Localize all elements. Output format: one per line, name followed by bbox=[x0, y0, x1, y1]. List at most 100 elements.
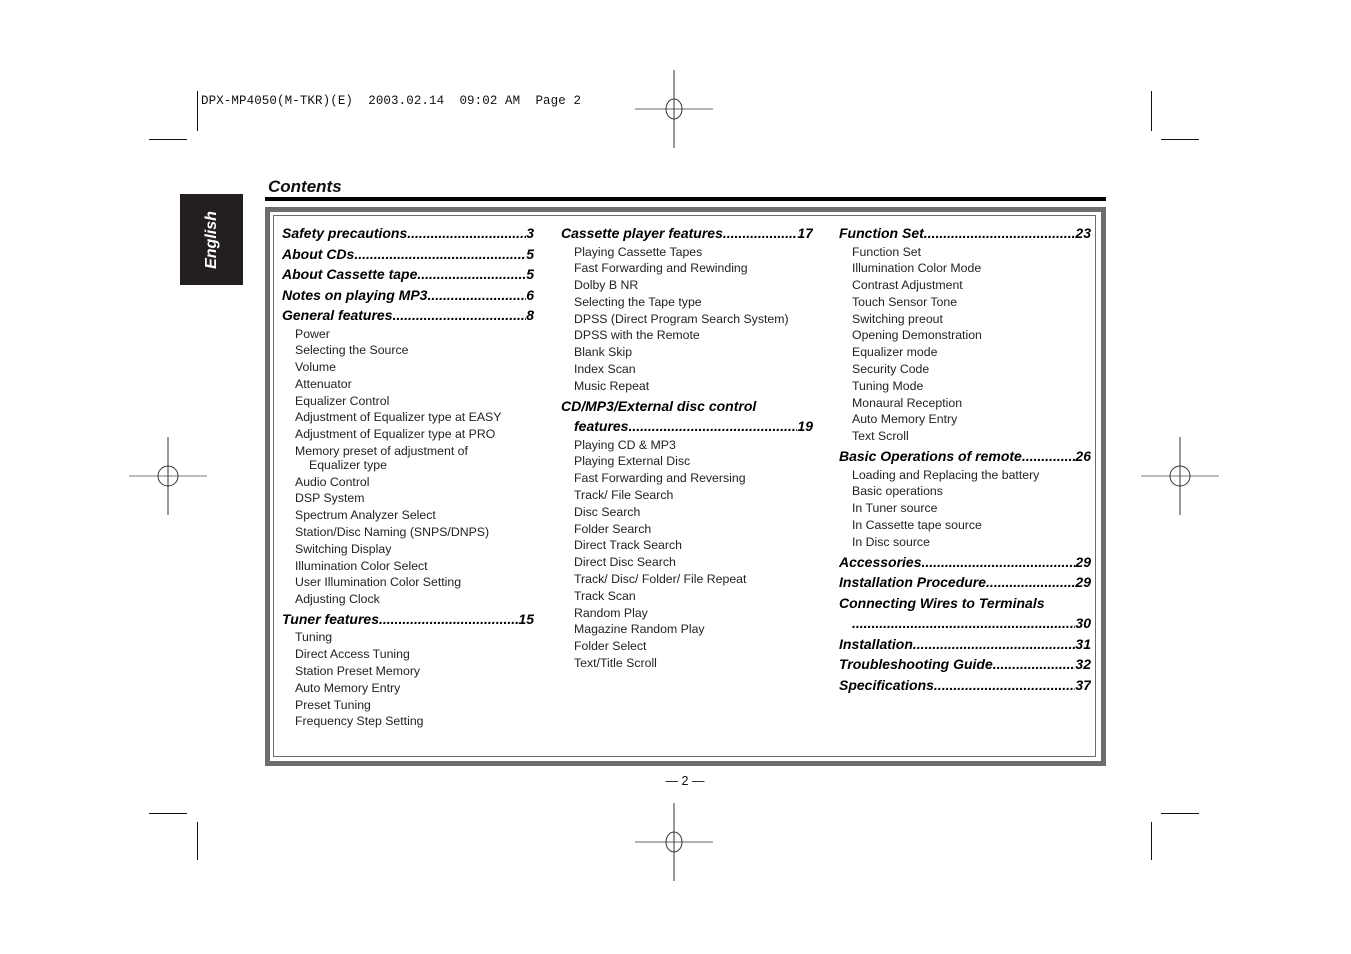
toc-subitem-link[interactable]: Random Play bbox=[561, 605, 813, 622]
toc-subitem-title: Loading and Replacing the battery bbox=[852, 467, 1040, 482]
crop-mark bbox=[1151, 822, 1152, 860]
toc-subitem-link[interactable]: Switching Display bbox=[282, 541, 534, 558]
toc-subitem-link[interactable]: In Cassette tape source bbox=[839, 517, 1091, 534]
toc-subitem-link[interactable]: Preset Tuning bbox=[282, 697, 534, 714]
toc-subitem-link[interactable]: Index Scan bbox=[561, 361, 813, 378]
toc-subitem-link[interactable]: Attenuator bbox=[282, 376, 534, 393]
registration-mark-icon bbox=[635, 803, 713, 881]
toc-subitem-title: Track/ Disc/ Folder/ File Repeat bbox=[574, 572, 747, 587]
toc-subitem-link[interactable]: Folder Search bbox=[561, 521, 813, 538]
toc-heading-link[interactable]: Installation 31 bbox=[839, 634, 1091, 655]
toc-subitem-link[interactable]: Tuning Mode bbox=[839, 378, 1091, 395]
toc-heading-link[interactable]: General features 8 bbox=[282, 305, 534, 326]
registration-mark-icon bbox=[129, 437, 207, 515]
toc-subitem-link[interactable]: DPSS (Direct Program Search System) bbox=[561, 311, 813, 328]
toc-subitem-link[interactable]: Adjustment of Equalizer type at EASY bbox=[282, 409, 534, 426]
toc-page-number: 5 bbox=[526, 266, 534, 282]
toc-subitem-link[interactable]: Playing External Disc bbox=[561, 453, 813, 470]
toc-leader-dots bbox=[922, 552, 1076, 573]
toc-subitem-link[interactable]: Dolby B NR bbox=[561, 277, 813, 294]
toc-heading-link[interactable]: Basic Operations of remote 26 bbox=[839, 446, 1091, 467]
toc-subitem-link[interactable]: Station/Disc Naming (SNPS/DNPS) bbox=[282, 524, 534, 541]
toc-subitem-link[interactable]: Music Repeat bbox=[561, 378, 813, 395]
toc-heading-link[interactable]: CD/MP3/External disc control features 19 bbox=[561, 396, 813, 437]
toc-heading-link[interactable]: About Cassette tape 5 bbox=[282, 264, 534, 285]
toc-subitem-link[interactable]: Direct Disc Search bbox=[561, 554, 813, 571]
toc-subitem-link[interactable]: Auto Memory Entry bbox=[839, 411, 1091, 428]
toc-subitem-link[interactable]: Illumination Color Mode bbox=[839, 260, 1091, 277]
toc-subitem-link[interactable]: Volume bbox=[282, 359, 534, 376]
toc-subitem-link[interactable]: Auto Memory Entry bbox=[282, 680, 534, 697]
toc-heading-link[interactable]: Specifications 37 bbox=[839, 675, 1091, 696]
toc-subitem-link[interactable]: Equalizer mode bbox=[839, 344, 1091, 361]
toc-subitem-link[interactable]: Blank Skip bbox=[561, 344, 813, 361]
toc-heading-link[interactable]: Function Set 23 bbox=[839, 223, 1091, 244]
toc-subitem-link[interactable]: Basic operations bbox=[839, 483, 1091, 500]
toc-subitem-link[interactable]: Tuning bbox=[282, 629, 534, 646]
toc-subitem-link[interactable]: Text/Title Scroll bbox=[561, 655, 813, 672]
toc-subitem-link[interactable]: Selecting the Tape type bbox=[561, 294, 813, 311]
toc-heading-title: About Cassette tape bbox=[282, 266, 418, 282]
toc-subitem-link[interactable]: Text Scroll bbox=[839, 428, 1091, 445]
toc-subitem-link[interactable]: User Illumination Color Setting bbox=[282, 574, 534, 591]
toc-subitem-link[interactable]: Function Set bbox=[839, 244, 1091, 261]
toc-subitem-link[interactable]: Fast Forwarding and Rewinding bbox=[561, 260, 813, 277]
toc-heading-link[interactable]: Installation Procedure 29 bbox=[839, 572, 1091, 593]
toc-subitem-link[interactable]: DPSS with the Remote bbox=[561, 327, 813, 344]
toc-subitem-link[interactable]: Memory preset of adjustment of Equalizer … bbox=[282, 443, 534, 474]
toc-subitem-link[interactable]: Disc Search bbox=[561, 504, 813, 521]
toc-subitem-title: Adjustment of Equalizer type at EASY bbox=[295, 410, 502, 425]
toc-subitem-title: Adjustment of Equalizer type at PRO bbox=[295, 427, 496, 442]
toc-heading-link[interactable]: Connecting Wires to Terminals 30 bbox=[839, 593, 1091, 634]
toc-subitem-link[interactable]: Fast Forwarding and Reversing bbox=[561, 470, 813, 487]
toc-subitem-link[interactable]: Direct Track Search bbox=[561, 537, 813, 554]
toc-page-number: 23 bbox=[1075, 225, 1091, 241]
toc-subitem-link[interactable]: Audio Control bbox=[282, 474, 534, 491]
toc-heading-link[interactable]: Troubleshooting Guide 32 bbox=[839, 654, 1091, 675]
toc-heading-link[interactable]: Cassette player features 17 bbox=[561, 223, 813, 244]
toc-subitem-link[interactable]: In Disc source bbox=[839, 534, 1091, 551]
toc-subitem-link[interactable]: Station Preset Memory bbox=[282, 663, 534, 680]
toc-subitem-link[interactable]: Selecting the Source bbox=[282, 342, 534, 359]
toc-heading-link[interactable]: About CDs 5 bbox=[282, 244, 534, 265]
toc-subitem-title: Playing External Disc bbox=[574, 454, 691, 469]
toc-heading-title: Basic Operations of remote bbox=[839, 448, 1022, 465]
toc-subitem-link[interactable]: Security Code bbox=[839, 361, 1091, 378]
toc-subitem-title: Station Preset Memory bbox=[295, 664, 421, 679]
toc-subitem-link[interactable]: Touch Sensor Tone bbox=[839, 294, 1091, 311]
toc-heading-link[interactable]: Safety precautions 3 bbox=[282, 223, 534, 244]
toc-subitem-link[interactable]: Switching preout bbox=[839, 311, 1091, 328]
toc-subitem-link[interactable]: Track/ File Search bbox=[561, 487, 813, 504]
toc-subitem-link[interactable]: DSP System bbox=[282, 490, 534, 507]
toc-page-number: 3 bbox=[526, 225, 534, 241]
toc-heading-link[interactable]: Tuner features 15 bbox=[282, 609, 534, 630]
toc-subitem-link[interactable]: Direct Access Tuning bbox=[282, 646, 534, 663]
toc-subitem-link[interactable]: Power bbox=[282, 326, 534, 343]
toc-leader-dots bbox=[393, 305, 527, 326]
toc-heading-link[interactable]: Notes on playing MP3 6 bbox=[282, 285, 534, 306]
toc-subitem-title: Adjusting Clock bbox=[295, 592, 380, 607]
toc-subitem-link[interactable]: Monaural Reception bbox=[839, 395, 1091, 412]
toc-subitem-link[interactable]: Spectrum Analyzer Select bbox=[282, 507, 534, 524]
toc-subitem-title: Music Repeat bbox=[574, 378, 650, 393]
toc-heading-link[interactable]: Accessories 29 bbox=[839, 552, 1091, 573]
toc-subitem-link[interactable]: Frequency Step Setting bbox=[282, 713, 534, 730]
toc-leader-dots bbox=[417, 264, 526, 285]
page-number: — 2 — bbox=[665, 774, 705, 788]
toc-subitem-link[interactable]: Track/ Disc/ Folder/ File Repeat bbox=[561, 571, 813, 588]
toc-subitem-link[interactable]: Equalizer Control bbox=[282, 393, 534, 410]
toc-subitem-link[interactable]: In Tuner source bbox=[839, 500, 1091, 517]
toc-subitem-link[interactable]: Opening Demonstration bbox=[839, 327, 1091, 344]
toc-subitem-link[interactable]: Playing CD & MP3 bbox=[561, 437, 813, 454]
toc-subitem-link[interactable]: Loading and Replacing the battery bbox=[839, 467, 1091, 484]
toc-subitem-title: Playing CD & MP3 bbox=[574, 437, 676, 452]
toc-subitem-link[interactable]: Illumination Color Select bbox=[282, 558, 534, 575]
toc-subitem-link[interactable]: Magazine Random Play bbox=[561, 621, 813, 638]
toc-subitem-title: DPSS (Direct Program Search System) bbox=[574, 311, 789, 326]
toc-subitem-link[interactable]: Playing Cassette Tapes bbox=[561, 244, 813, 261]
toc-subitem-link[interactable]: Adjusting Clock bbox=[282, 591, 534, 608]
toc-subitem-link[interactable]: Contrast Adjustment bbox=[839, 277, 1091, 294]
toc-subitem-link[interactable]: Track Scan bbox=[561, 588, 813, 605]
toc-subitem-link[interactable]: Folder Select bbox=[561, 638, 813, 655]
toc-subitem-link[interactable]: Adjustment of Equalizer type at PRO bbox=[282, 426, 534, 443]
